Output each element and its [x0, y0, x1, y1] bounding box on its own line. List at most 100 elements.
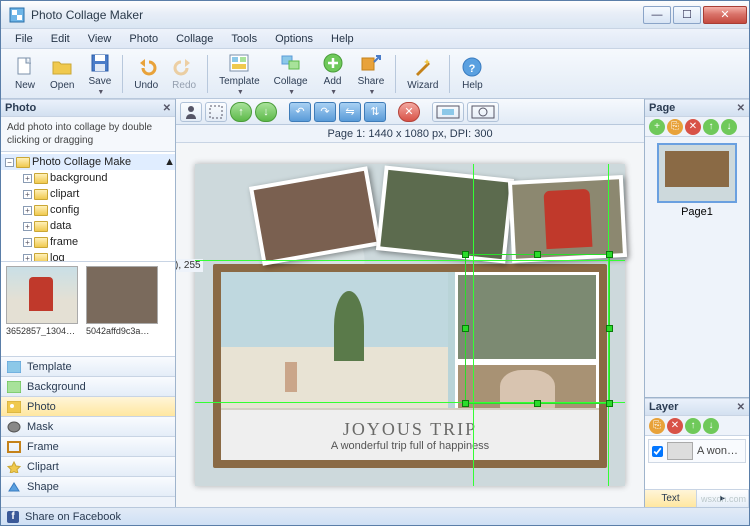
share-facebook-link[interactable]: Share on Facebook: [25, 511, 121, 523]
folder-tree[interactable]: −Photo Collage Make▲ +background +clipar…: [1, 152, 175, 262]
save-button[interactable]: Save▼: [81, 52, 118, 96]
thumbnail[interactable]: 3652857_1304…: [5, 266, 79, 352]
photo-icon: [7, 401, 21, 413]
dup-page-button[interactable]: ⎘: [667, 119, 683, 135]
layer-down-button[interactable]: ↓: [703, 418, 719, 434]
fit-button[interactable]: [432, 102, 464, 122]
page-thumbnail[interactable]: Page1: [656, 143, 738, 218]
menu-view[interactable]: View: [80, 31, 120, 47]
tree-item[interactable]: +data: [1, 218, 175, 234]
selection-box[interactable]: [465, 254, 610, 404]
add-icon: [322, 52, 344, 74]
layer-up-button[interactable]: ↑: [685, 418, 701, 434]
resize-handle[interactable]: [606, 325, 613, 332]
resize-handle[interactable]: [606, 251, 613, 258]
toolbar-separator: [207, 55, 208, 93]
rotate-right-button[interactable]: ↷: [314, 102, 336, 122]
layer-down-button[interactable]: ↓: [255, 102, 277, 122]
category-template[interactable]: Template: [1, 357, 175, 377]
shape-icon: [7, 481, 21, 493]
layer-item[interactable]: A wonderful trip full of happiness: [648, 439, 746, 463]
rotate-left-button[interactable]: ↶: [289, 102, 311, 122]
layer-toolbar: ⎘ ✕ ↑ ↓: [645, 416, 749, 436]
category-mask[interactable]: Mask: [1, 417, 175, 437]
share-button[interactable]: Share▼: [351, 52, 392, 96]
menu-photo[interactable]: Photo: [121, 31, 166, 47]
resize-handle[interactable]: [534, 251, 541, 258]
category-list: Template Background Photo Mask Frame Cli…: [1, 357, 175, 497]
person-icon: [184, 105, 198, 119]
collage-canvas[interactable]: ), 255 JOYOUS TRIP A wonderful trip: [195, 164, 625, 486]
resize-handle[interactable]: [534, 400, 541, 407]
canvas-viewport[interactable]: ), 255 JOYOUS TRIP A wonderful trip: [176, 143, 644, 507]
delete-button[interactable]: ✕: [398, 102, 420, 122]
right-sidebar: Page✕ + ⎘ ✕ ↑ ↓ Page1 Layer✕ ⎘ ✕: [644, 99, 749, 507]
titlebar: Photo Collage Maker ― ☐ ✕: [1, 1, 749, 29]
help-button[interactable]: ?Help: [454, 52, 490, 96]
tree-item[interactable]: +clipart: [1, 186, 175, 202]
open-button[interactable]: Open: [43, 52, 81, 96]
zoom-button[interactable]: [467, 102, 499, 122]
resize-handle[interactable]: [462, 400, 469, 407]
category-photo[interactable]: Photo: [1, 397, 175, 417]
flip-h-button[interactable]: ⇋: [339, 102, 361, 122]
minimize-button[interactable]: ―: [643, 6, 671, 24]
page-up-button[interactable]: ↑: [703, 119, 719, 135]
panel-close-icon[interactable]: ✕: [737, 103, 745, 114]
wizard-icon: [412, 56, 434, 78]
category-background[interactable]: Background: [1, 377, 175, 397]
resize-handle[interactable]: [462, 251, 469, 258]
floating-photo-3[interactable]: [508, 175, 627, 263]
menu-options[interactable]: Options: [267, 31, 321, 47]
new-button[interactable]: New: [7, 52, 43, 96]
tree-item[interactable]: +frame: [1, 234, 175, 250]
page-down-button[interactable]: ↓: [721, 119, 737, 135]
menu-collage[interactable]: Collage: [168, 31, 221, 47]
collage-button[interactable]: Collage▼: [267, 52, 315, 96]
menubar: File Edit View Photo Collage Tools Optio…: [1, 29, 749, 49]
layer-list[interactable]: A wonderful trip full of happiness: [645, 436, 749, 489]
toolbar-separator: [449, 55, 450, 93]
open-icon: [51, 56, 73, 78]
title-panel[interactable]: JOYOUS TRIP A wonderful trip full of hap…: [221, 408, 599, 460]
redo-button[interactable]: Redo: [165, 52, 203, 96]
undo-button[interactable]: Undo: [127, 52, 165, 96]
add-button[interactable]: Add▼: [315, 52, 351, 96]
category-clipart[interactable]: Clipart: [1, 457, 175, 477]
frame-icon: [7, 441, 21, 453]
menu-file[interactable]: File: [7, 31, 41, 47]
thumbnail-strip: 3652857_1304… 5042affd9c3a…: [1, 262, 175, 357]
select-button[interactable]: [205, 102, 227, 122]
del-page-button[interactable]: ✕: [685, 119, 701, 135]
tree-root[interactable]: −Photo Collage Make▲: [1, 154, 175, 170]
tree-item[interactable]: +log: [1, 250, 175, 262]
panel-close-icon[interactable]: ✕: [737, 402, 745, 413]
panel-close-icon[interactable]: ✕: [163, 103, 171, 114]
close-button[interactable]: ✕: [703, 6, 747, 24]
template-button[interactable]: Template▼: [212, 52, 267, 96]
layer-del-button[interactable]: ✕: [667, 418, 683, 434]
menu-help[interactable]: Help: [323, 31, 362, 47]
flip-v-button[interactable]: ⇅: [364, 102, 386, 122]
category-shape[interactable]: Shape: [1, 477, 175, 497]
layer-visible-checkbox[interactable]: [652, 446, 663, 457]
facebook-icon[interactable]: f: [7, 511, 19, 523]
tab-text[interactable]: Text: [645, 490, 697, 507]
category-frame[interactable]: Frame: [1, 437, 175, 457]
editor-toolbar: ↑ ↓ ↶ ↷ ⇋ ⇅ ✕: [176, 99, 644, 125]
menu-edit[interactable]: Edit: [43, 31, 78, 47]
add-page-button[interactable]: +: [649, 119, 665, 135]
layer-dup-button[interactable]: ⎘: [649, 418, 665, 434]
wizard-button[interactable]: Wizard: [400, 52, 445, 96]
resize-handle[interactable]: [462, 325, 469, 332]
tree-item[interactable]: +config: [1, 202, 175, 218]
thumbnail[interactable]: 5042affd9c3a…: [85, 266, 159, 352]
menu-tools[interactable]: Tools: [223, 31, 265, 47]
layer-up-button[interactable]: ↑: [230, 102, 252, 122]
resize-handle[interactable]: [606, 400, 613, 407]
select-icon: [209, 105, 223, 119]
maximize-button[interactable]: ☐: [673, 6, 701, 24]
floating-photo-2[interactable]: [376, 165, 514, 263]
crop-button[interactable]: [180, 102, 202, 122]
tree-item[interactable]: +background: [1, 170, 175, 186]
